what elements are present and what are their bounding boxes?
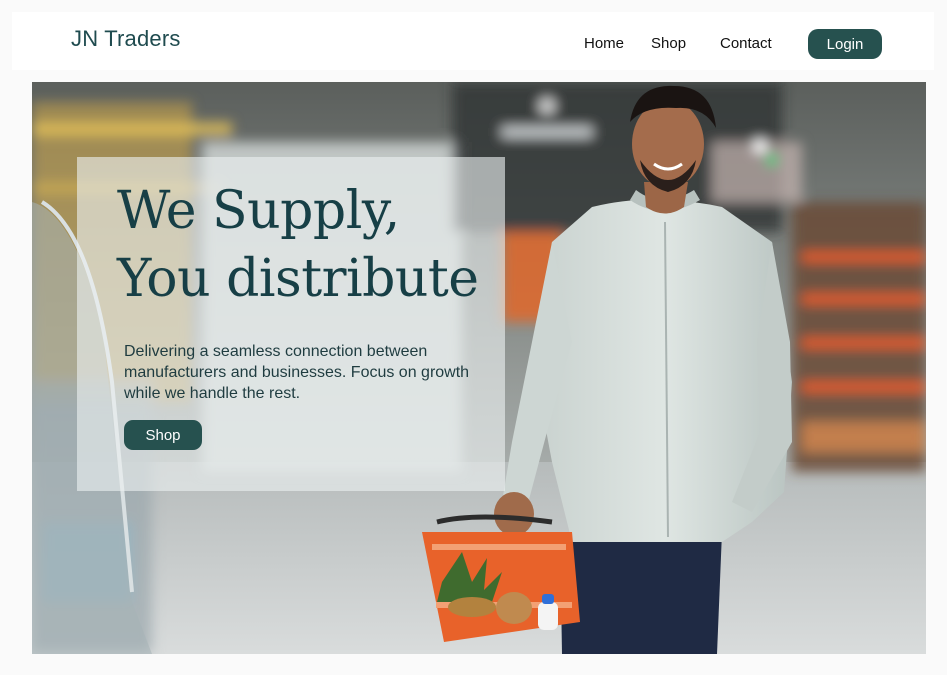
hero-headline-line-1: We Supply, bbox=[117, 181, 400, 241]
login-button[interactable]: Login bbox=[808, 29, 882, 59]
site-header: JN Traders Home Shop Contact Login bbox=[12, 12, 934, 70]
hero-headline-line-2: You distribute bbox=[117, 249, 479, 309]
brand-logo[interactable]: JN Traders bbox=[71, 26, 181, 52]
hero-subtext: Delivering a seamless connection between… bbox=[124, 343, 470, 402]
hero-headline: We Supply, You distribute bbox=[117, 177, 479, 313]
nav-contact-link[interactable]: Contact bbox=[720, 35, 772, 52]
hero-shop-button[interactable]: Shop bbox=[124, 420, 202, 450]
nav-home-link[interactable]: Home bbox=[584, 35, 624, 52]
hero-text-panel: We Supply, You distribute Delivering a s… bbox=[77, 157, 505, 491]
hero-section: We Supply, You distribute Delivering a s… bbox=[32, 82, 926, 654]
nav-shop-link[interactable]: Shop bbox=[651, 35, 686, 52]
landing-page: JN Traders Home Shop Contact Login We Su… bbox=[0, 0, 947, 675]
